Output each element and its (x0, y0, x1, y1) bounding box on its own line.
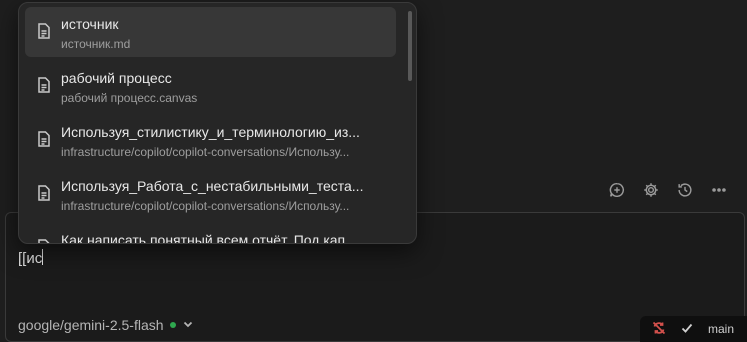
chevron-down-icon (182, 317, 194, 333)
model-name: google/gemini-2.5-flash (18, 317, 164, 333)
suggestion-path: рабочий процесс.canvas (61, 91, 198, 105)
git-status-bar: main (640, 316, 747, 342)
suggestion-title: рабочий процесс (61, 70, 172, 86)
file-icon (37, 131, 53, 149)
suggestion-path: infrastructure/copilot/copilot-conversat… (61, 199, 350, 213)
chat-input[interactable]: [[ис (18, 249, 44, 267)
suggestion-item[interactable]: источник источник.md (25, 7, 396, 57)
suggestion-scrollbar[interactable] (408, 11, 412, 81)
suggestion-path: infrastructure/copilot/copilot-conversat… (61, 145, 350, 159)
git-branch-label[interactable]: main (708, 322, 734, 336)
new-chat-icon[interactable] (607, 180, 627, 200)
chat-input-value: [[ис (18, 250, 43, 267)
suggestion-item[interactable]: Используя_Работа_с_нестабильными_теста..… (25, 169, 396, 219)
suggestion-item[interactable]: Используя_стилистику_и_терминологию_из..… (25, 115, 396, 165)
link-suggestion-popup: источник источник.md рабочий процесс раб… (18, 2, 417, 244)
text-caret (42, 249, 44, 265)
suggestion-title: источник (61, 16, 119, 32)
suggestion-path: источник.md (61, 37, 131, 51)
file-icon (37, 185, 53, 203)
suggestion-item[interactable]: Как написать понятный всем отчёт. Под ка… (25, 223, 396, 244)
suggestion-item[interactable]: рабочий процесс рабочий процесс.canvas (25, 61, 396, 111)
settings-icon[interactable] (641, 180, 661, 200)
file-icon (37, 77, 53, 95)
history-icon[interactable] (675, 180, 695, 200)
sync-disabled-icon[interactable] (652, 321, 666, 338)
model-status-dot (169, 322, 176, 328)
suggestion-list: источник источник.md рабочий процесс раб… (19, 3, 402, 244)
chat-toolbar (607, 180, 729, 200)
check-icon[interactable] (680, 321, 694, 338)
file-icon (37, 23, 53, 41)
file-icon (37, 239, 53, 243)
suggestion-title: Используя_Работа_с_нестабильными_теста..… (61, 178, 364, 194)
more-icon[interactable] (709, 180, 729, 200)
suggestion-title: Используя_стилистику_и_терминологию_из..… (61, 124, 360, 140)
model-selector[interactable]: google/gemini-2.5-flash (18, 317, 194, 333)
suggestion-title: Как написать понятный всем отчёт. Под ка… (61, 232, 357, 244)
